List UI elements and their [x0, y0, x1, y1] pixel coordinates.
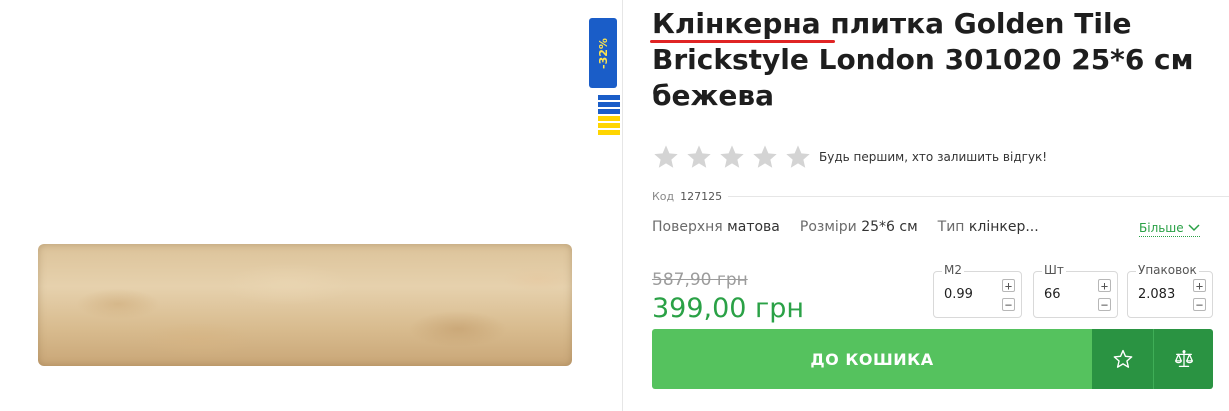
more-specs-label: Більше — [1139, 221, 1184, 235]
current-price: 399,00 грн — [652, 293, 805, 324]
star-icon[interactable] — [652, 143, 680, 171]
product-title: Клінкерна плитка Golden Tile Brickstyle … — [650, 6, 1212, 114]
compare-button[interactable] — [1153, 329, 1213, 389]
minus-button[interactable]: − — [1193, 298, 1206, 311]
product-code-value: 127125 — [680, 190, 723, 203]
plus-button[interactable]: + — [1098, 279, 1111, 292]
quantity-stepper-pcs: Шт 66 + − — [1033, 263, 1118, 318]
minus-button[interactable]: − — [1098, 298, 1111, 311]
quantity-input[interactable]: 0.99 — [944, 287, 973, 302]
divider — [622, 0, 623, 411]
spec-value: матова — [727, 219, 780, 235]
discount-badge-text: -32% — [596, 37, 610, 69]
quantity-stepper-packs: Упаковок 2.083 + − — [1127, 263, 1213, 318]
star-icon[interactable] — [718, 143, 746, 171]
spec-label: Поверхня — [652, 219, 723, 235]
spec-label: Тип — [937, 219, 965, 235]
discount-badge: -32% — [589, 18, 617, 88]
specs: Поверхня матова Розміри 25*6 см Тип клін… — [652, 219, 1059, 235]
product-code-label: Код — [652, 190, 675, 203]
scales-icon — [1174, 350, 1193, 367]
quantity-label: Шт — [1042, 263, 1066, 277]
old-price: 587,90 грн — [652, 270, 748, 290]
star-icon[interactable] — [685, 143, 713, 171]
minus-button[interactable]: − — [1002, 298, 1015, 311]
star-icon[interactable] — [751, 143, 779, 171]
favorite-button[interactable] — [1092, 329, 1153, 389]
product-image[interactable] — [38, 244, 572, 366]
quantity-stepper-m2: М2 0.99 + − — [933, 263, 1022, 318]
rating: Будь першим, хто залишить відгук! — [652, 142, 1047, 172]
star-icon[interactable] — [784, 143, 812, 171]
spec-size: Розміри 25*6 см — [800, 219, 918, 235]
quantity-input[interactable]: 66 — [1044, 287, 1061, 302]
spec-label: Розміри — [799, 219, 857, 235]
quantity-label: М2 — [942, 263, 964, 277]
review-cta-link[interactable]: Будь першим, хто залишить відгук! — [819, 150, 1047, 164]
more-specs-link[interactable]: Більше — [1139, 221, 1200, 237]
chevron-down-icon — [1188, 224, 1200, 232]
add-to-cart-label: ДО КОШИКА — [810, 349, 934, 369]
product-code: Код 127125 — [652, 190, 722, 203]
spec-type: Тип клінкер... — [938, 219, 1039, 235]
product-title-text: Клінкерна плитка Golden Tile Brickstyle … — [652, 7, 1194, 112]
quantity-input[interactable]: 2.083 — [1138, 287, 1175, 302]
spec-value: клінкер... — [968, 219, 1039, 235]
product-image-panel — [0, 0, 622, 411]
plus-button[interactable]: + — [1193, 279, 1206, 292]
ua-flag-icon — [598, 95, 620, 137]
spec-value: 25*6 см — [861, 219, 918, 235]
title-underline — [650, 40, 835, 43]
add-to-cart-button[interactable]: ДО КОШИКА — [652, 329, 1092, 389]
plus-button[interactable]: + — [1002, 279, 1015, 292]
star-icon — [1113, 349, 1132, 368]
divider — [728, 196, 1229, 197]
quantity-label: Упаковок — [1136, 263, 1199, 277]
spec-surface: Поверхня матова — [652, 219, 780, 235]
